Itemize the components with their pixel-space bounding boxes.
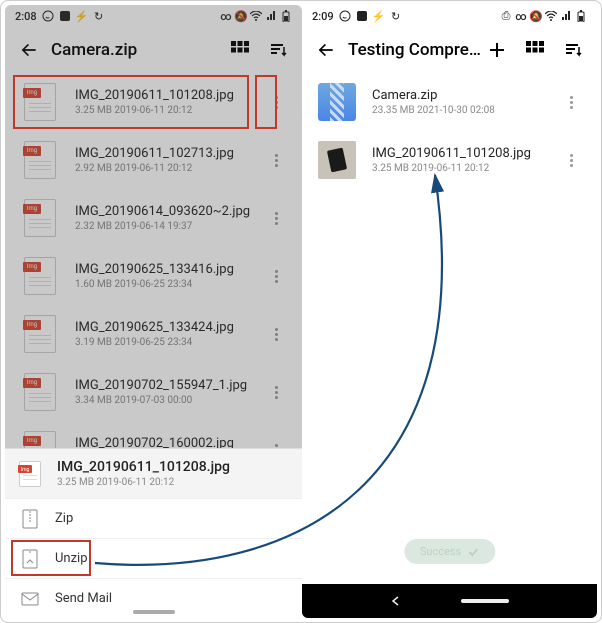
cast-icon: ⎙	[500, 10, 512, 22]
mail-icon	[19, 588, 41, 610]
zip-icon	[19, 508, 41, 530]
sort-icon[interactable]	[264, 36, 292, 64]
link-icon: ∞	[220, 10, 232, 22]
highlight-selected-row	[13, 75, 249, 129]
wifi-icon	[545, 10, 557, 22]
bolt-icon: ⚡	[76, 10, 88, 22]
signal-icon	[265, 10, 277, 22]
list-item[interactable]: Img IMG_20190625_133424.jpg3.19 MB 2019-…	[5, 305, 302, 363]
list-item[interactable]: IMG_20190611_101208.jpg3.25 MB 2019-06-1…	[302, 131, 597, 189]
zip-folder-icon	[318, 83, 356, 121]
file-list: Camera.zip23.35 MB 2021-10-30 02:08 IMG_…	[302, 73, 597, 618]
bottom-sheet: Img IMG_20190611_101208.jpg 3.25 MB 2019…	[5, 448, 302, 618]
list-item[interactable]: Img IMG_20190611_102713.jpg2.92 MB 2019-…	[5, 131, 302, 189]
grid-view-icon[interactable]	[521, 36, 549, 64]
list-item[interactable]: Img IMG_20190702_155947_1.jpg3.34 MB 201…	[5, 363, 302, 421]
bell-off-icon: 🔕	[235, 10, 247, 22]
link-icon: ∞	[515, 10, 527, 22]
sheet-file-meta: 3.25 MB 2019-06-11 20:12	[57, 477, 230, 488]
list-item[interactable]: Img IMG_20190625_133416.jpg1.60 MB 2019-…	[5, 247, 302, 305]
more-icon[interactable]	[561, 96, 581, 109]
page-title: Testing Compres…	[340, 40, 483, 60]
android-navbar	[302, 584, 597, 618]
signal-icon	[560, 10, 572, 22]
more-icon[interactable]	[266, 328, 286, 341]
status-bar: 2:09 ⚡ ↻ ⎙ ∞ 🔕	[302, 5, 597, 27]
sync-icon: ↻	[390, 10, 402, 22]
battery-icon	[280, 10, 292, 22]
wifi-icon	[250, 10, 262, 22]
add-icon[interactable]	[483, 36, 511, 64]
nav-pill	[133, 610, 175, 614]
highlight-more-button	[255, 75, 277, 129]
bolt-icon: ⚡	[373, 10, 385, 22]
whatsapp-icon	[42, 10, 54, 22]
sheet-header: Img IMG_20190611_101208.jpg 3.25 MB 2019…	[5, 449, 302, 498]
sync-icon: ↻	[93, 10, 105, 22]
battery-icon	[575, 10, 587, 22]
highlight-unzip	[11, 540, 91, 576]
status-time: 2:08	[15, 10, 37, 23]
app-bar: Testing Compres…	[302, 27, 597, 73]
bell-off-icon: 🔕	[530, 10, 542, 22]
more-icon[interactable]	[266, 154, 286, 167]
grid-view-icon[interactable]	[226, 36, 254, 64]
more-icon[interactable]	[561, 154, 581, 167]
list-item[interactable]: Camera.zip23.35 MB 2021-10-30 02:08	[302, 73, 597, 131]
sort-icon[interactable]	[559, 36, 587, 64]
image-thumb	[318, 141, 356, 179]
phone-left: 2:08 ⚡ ↻ ∞ 🔕 Came	[5, 5, 302, 618]
back-icon[interactable]	[312, 36, 340, 64]
back-icon[interactable]	[15, 36, 43, 64]
sheet-unzip-button[interactable]: Unzip	[5, 538, 302, 578]
more-icon[interactable]	[266, 386, 286, 399]
more-icon[interactable]	[266, 270, 286, 283]
nav-home-pill[interactable]	[461, 599, 509, 603]
sheet-file-name: IMG_20190611_101208.jpg	[57, 459, 230, 475]
status-time: 2:09	[312, 10, 334, 23]
app-icon	[59, 10, 71, 22]
more-icon[interactable]	[266, 212, 286, 225]
app-icon	[356, 10, 368, 22]
status-bar: 2:08 ⚡ ↻ ∞ 🔕	[5, 5, 302, 27]
nav-back-icon[interactable]	[391, 596, 401, 606]
phone-right: 2:09 ⚡ ↻ ⎙ ∞ 🔕 Testing Compres…	[302, 5, 597, 618]
app-bar: Camera.zip	[5, 27, 302, 73]
whatsapp-icon	[339, 10, 351, 22]
sheet-zip-button[interactable]: Zip	[5, 498, 302, 538]
list-item[interactable]: Img IMG_20190614_093620~2.jpg2.32 MB 201…	[5, 189, 302, 247]
page-title: Camera.zip	[43, 40, 226, 60]
success-toast: Success	[404, 539, 495, 564]
